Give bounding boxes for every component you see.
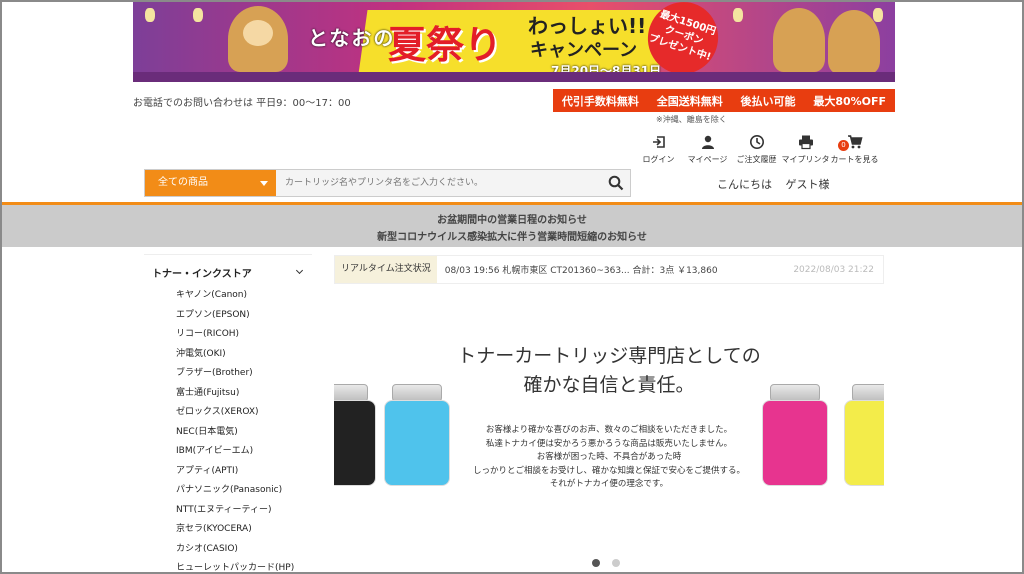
user-icon [683,134,732,154]
jar-glass [844,400,884,486]
greeting: こんにちは ゲスト様 [717,176,830,192]
greeting-hello: こんにちは [717,178,772,191]
chevron-down-icon [295,266,304,275]
cart-label: カートを見る [830,155,879,164]
header-icon-nav: ログイン マイページ ご注文履歴 マイプリンタ 0 カートを見る [634,134,879,165]
sidebar-item-hp[interactable]: ヒューレットパッカード(HP) [176,559,312,574]
search-bar: 全ての商品 [144,169,631,197]
sidebar-heading[interactable]: トナー・インクストア [144,254,312,286]
sidebar-item-panasonic[interactable]: パナソニック(Panasonic) [176,481,312,501]
lantern-decoration [145,8,155,22]
feature-label: 代引手数料無料 [561,94,639,108]
hero-title: トナーカートリッジ専門店としての 確かな自信と責任。 [334,342,884,400]
banner-wassho: わっしょい!! [528,14,647,38]
carousel-dots [592,559,620,567]
feature-label: 後払い可能 [740,94,796,108]
carousel-dot[interactable] [612,559,620,567]
hero-title-line: トナーカートリッジ専門店としての [457,345,761,367]
banner-campaign: キャンペーン [530,40,638,61]
features-bar: 代引手数料無料 全国送料無料 後払い可能 最大80%OFF [553,89,895,112]
mypage-link[interactable]: マイページ [683,134,732,165]
sidebar-item-brother[interactable]: ブラザー(Brother) [176,364,312,384]
my-printer-label: マイプリンタ [781,155,830,164]
banner-floor [133,72,895,82]
lantern-decoration [873,8,883,22]
jar-glass [334,400,376,486]
feature-label: 全国送料無料 [656,94,723,108]
sidebar-item-fujitsu[interactable]: 富士通(Fujitsu) [176,384,312,404]
feature-label: 最大80%OFF [813,94,887,108]
search-icon [608,175,624,191]
sidebar-item-ntt[interactable]: NTT(エヌティーティー) [176,501,312,521]
hero-title-line: 確かな自信と責任。 [523,374,695,396]
mypage-label: マイページ [687,155,728,164]
jar-glass [762,400,828,486]
cart-count-badge: 0 [838,140,849,151]
sidebar-item-canon[interactable]: キヤノン(Canon) [176,286,312,306]
printer-icon [781,134,830,154]
sidebar-item-ricoh[interactable]: リコー(RICOH) [176,325,312,345]
greeting-user: ゲスト様 [785,178,830,191]
banner-festival: 夏祭り [388,23,503,67]
realtime-timestamp: 2022/08/03 21:22 [793,264,874,275]
sidebar-item-kyocera[interactable]: 京セラ(KYOCERA) [176,520,312,540]
sidebar-item-casio[interactable]: カシオ(CASIO) [176,540,312,560]
hero-body-line: お客様より確かな喜びのお声、数々のご相談をいただきました。 [485,425,733,435]
maker-list: キヤノン(Canon) エプソン(EPSON) リコー(RICOH) 沖電気(O… [144,286,312,574]
order-history-link[interactable]: ご注文履歴 [732,134,781,165]
mascot-left-face [243,20,273,46]
login-link[interactable]: ログイン [634,134,683,165]
campaign-banner[interactable]: となおの 夏祭り わっしょい!! キャンペーン 7月20日〜8月31日 最大15… [133,2,895,82]
my-printer-link[interactable]: マイプリンタ [781,134,830,165]
hero-slide[interactable]: トナーカートリッジ専門店としての 確かな自信と責任。 お客様より確かな喜びのお声… [334,302,884,552]
order-history-label: ご注文履歴 [736,155,777,164]
search-button[interactable] [602,170,630,196]
banner-brand: となおの [308,26,396,50]
jar-glass [384,400,450,486]
hero-body: お客様より確かな喜びのお声、数々のご相談をいただきました。 私達トナカイ便は安か… [454,424,764,492]
contact-hours: お電話でのお問い合わせは 平日9：00〜17：00 [133,98,351,109]
login-icon [634,134,683,154]
login-label: ログイン [642,155,675,164]
sidebar-heading-label: トナー・インクストア [152,269,252,280]
sidebar-item-apti[interactable]: アプティ(APTI) [176,462,312,482]
hero-body-line: それがトナカイ便の理念です。 [549,479,669,489]
sidebar-item-epson[interactable]: エプソン(EPSON) [176,306,312,326]
sidebar-item-xerox[interactable]: ゼロックス(XEROX) [176,403,312,423]
category-select-value: 全ての商品 [158,177,208,188]
caret-down-icon [260,181,268,186]
mascot-right [773,8,825,72]
realtime-label: リアルタイム注文状況 [335,256,437,283]
notice-link-covid[interactable]: 新型コロナウイルス感染拡大に伴う営業時間短縮のお知らせ [2,229,1022,246]
cart-link[interactable]: 0 カートを見る [830,134,879,165]
sidebar-item-oki[interactable]: 沖電気(OKI) [176,345,312,365]
category-sidebar: トナー・インクストア キヤノン(Canon) エプソン(EPSON) リコー(R… [144,254,312,574]
lantern-decoration [193,8,203,22]
carousel-dot[interactable] [592,559,600,567]
features-note: ※沖縄、離島を除く [656,115,727,124]
hero-body-line: お客様が困った時、不具合があった時 [536,452,682,462]
search-input[interactable] [276,170,602,196]
sidebar-item-nec[interactable]: NEC(日本電気) [176,423,312,443]
hero-body-line: 私達トナカイ便は安かろう悪かろうな商品は販売いたしません。 [485,438,733,449]
realtime-orders: リアルタイム注文状況 08/03 19:56 札幌市東区 CT201360~36… [334,255,884,284]
hero-body-line: しっかりとご相談をお受けし、確かな知識と保証で安心をご提供する。 [472,465,745,476]
lantern-decoration [733,8,743,22]
notice-bar: お盆期間中の営業日程のお知らせ 新型コロナウイルス感染拡大に伴う営業時間短縮のお… [2,202,1022,247]
category-select[interactable]: 全ての商品 [145,170,276,196]
sidebar-item-ibm[interactable]: IBM(アイビーエム) [176,442,312,462]
history-icon [732,134,781,154]
realtime-message: 08/03 19:56 札幌市東区 CT201360~363... 合計：3点 … [444,266,718,276]
notice-link-obon[interactable]: お盆期間中の営業日程のお知らせ [2,212,1022,229]
mascot-right-2 [828,10,880,74]
